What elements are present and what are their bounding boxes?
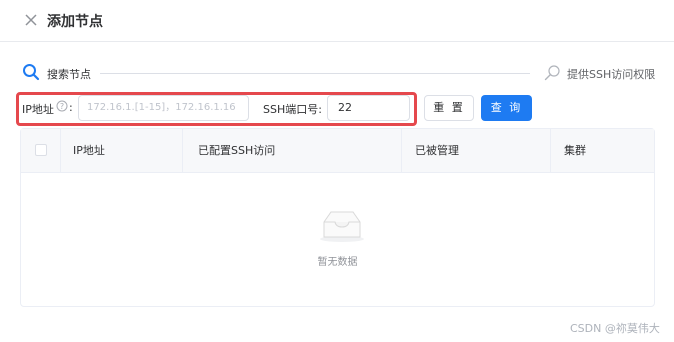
column-header-ssh-configured: 已配置SSH访问 <box>183 129 402 172</box>
ip-address-label: IP地址 <box>22 103 54 116</box>
ip-address-input[interactable]: 172.16.1.[1-15]，172.16.1.16 <box>78 95 249 121</box>
watermark: CSDN @祢莫伟大 <box>570 322 660 335</box>
column-header-cluster: 集群 <box>564 144 586 157</box>
reset-button[interactable]: 重 置 <box>424 95 474 121</box>
select-all-checkbox[interactable] <box>35 144 47 156</box>
column-header-ip: IP地址 <box>61 129 183 172</box>
section-divider <box>100 73 530 74</box>
select-all-cell <box>21 129 61 172</box>
dialog-title: 添加节点 <box>47 14 103 30</box>
empty-data-text: 暂无数据 <box>317 257 358 268</box>
nodes-table: IP地址 已配置SSH访问 已被管理 集群 暂无数据 <box>20 128 655 307</box>
search-icon <box>23 64 40 81</box>
svg-text:?: ? <box>60 102 64 111</box>
column-header-managed: 已被管理 <box>402 129 551 172</box>
close-icon[interactable] <box>23 12 39 28</box>
table-header: IP地址 已配置SSH访问 已被管理 集群 <box>21 129 654 173</box>
dialog-header: 添加节点 <box>0 0 674 42</box>
ssh-access-link[interactable]: 提供SSH访问权限 <box>567 66 655 82</box>
ip-label-colon: : <box>69 101 73 114</box>
ssh-port-label: SSH端口号: <box>263 103 322 116</box>
help-icon[interactable]: ? <box>56 100 68 112</box>
ssh-access-icon[interactable] <box>543 64 561 82</box>
search-nodes-label: 搜索节点 <box>47 68 91 81</box>
empty-data-icon <box>320 211 364 242</box>
query-button[interactable]: 查 询 <box>481 95 532 121</box>
ssh-port-input[interactable]: 22 <box>327 95 410 121</box>
